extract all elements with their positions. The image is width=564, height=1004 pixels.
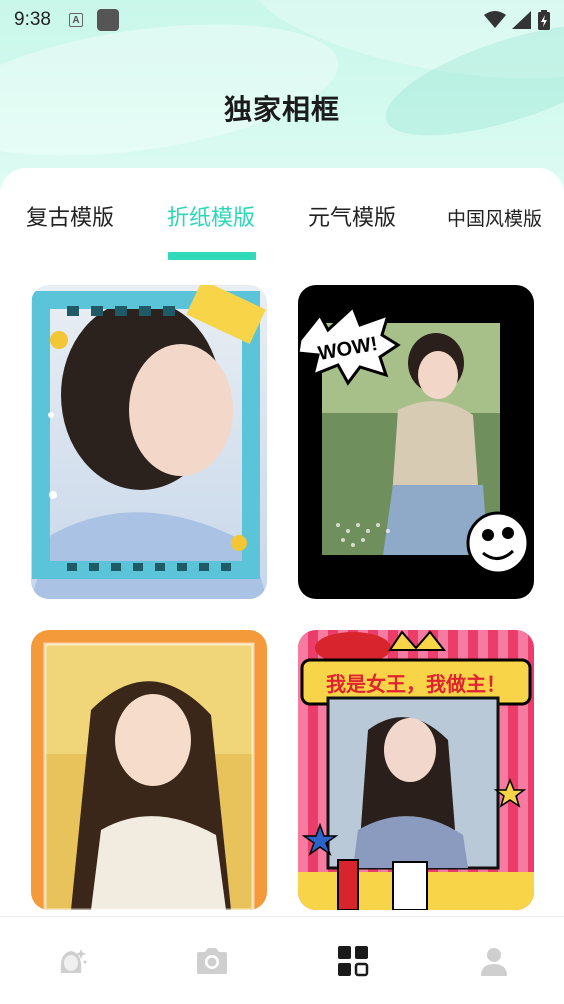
frame-card-queen-pop[interactable]: 我是女王，我做主！ [298,630,534,910]
nav-camera[interactable] [182,931,242,991]
orange-frame-thumbnail [31,630,267,910]
grid-icon [337,945,368,976]
bottom-nav [0,916,564,1004]
notification-a-icon: A [68,13,83,27]
tab-genki[interactable]: 元气模版 [308,200,396,232]
tab-chinese-style[interactable]: 中国风模版 [447,204,542,231]
battery-icon [538,10,550,30]
status-time: 9:38 [14,9,51,30]
portrait-sparkle-icon [60,948,86,973]
tab-retro[interactable]: 复古模版 [26,200,114,232]
template-tabs: 复古模版 折纸模版 元气模版 中国风模版 [0,200,564,260]
frame-card-comic-wow[interactable]: WOW! [298,285,534,599]
page-title: 独家相框 [223,93,340,126]
tab-origami[interactable]: 折纸模版 [167,200,255,232]
nav-portrait[interactable] [41,931,101,991]
signal-icon [512,11,531,29]
frame-card-film-strip[interactable] [31,285,267,599]
tab-indicator [168,252,256,260]
frame-card-orange[interactable] [31,630,267,910]
status-bar: 9:38 A [0,0,564,40]
queen-pop-frame-thumbnail: 我是女王，我做主！ [298,630,534,910]
person-icon [480,947,507,976]
nav-profile[interactable] [464,931,524,991]
queen-banner-text: 我是女王，我做主！ [326,672,506,696]
status-icons [484,10,550,30]
film-strip-frame-thumbnail [31,285,267,599]
camera-icon [196,947,227,974]
notification-app-icon [96,9,119,31]
comic-wow-frame-thumbnail: WOW! [298,285,534,599]
wifi-icon [484,11,506,28]
nav-templates[interactable] [323,931,383,991]
